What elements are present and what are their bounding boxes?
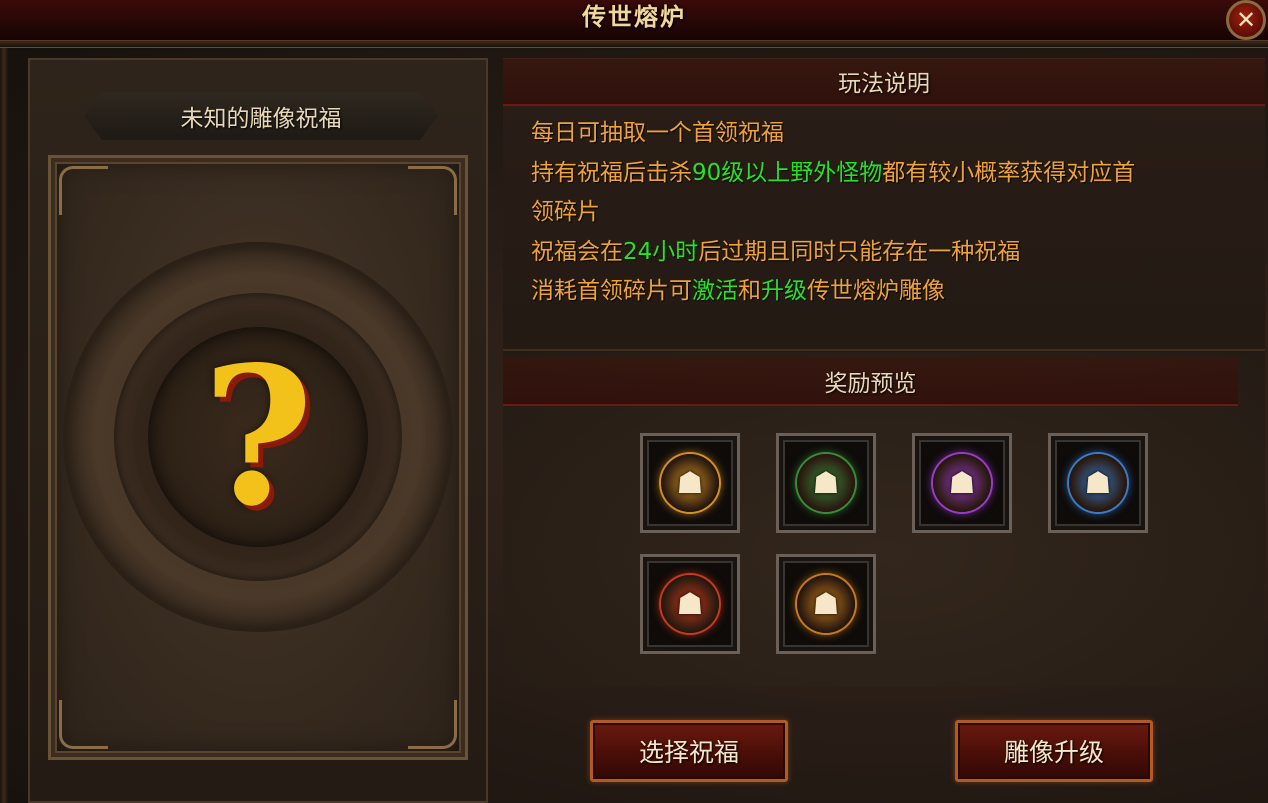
reward-slot[interactable]: ☗	[912, 433, 1012, 533]
unknown-question-icon[interactable]: ?	[148, 327, 368, 547]
rule-segment: 和	[738, 278, 761, 304]
reward-slot[interactable]: ☗	[640, 433, 740, 533]
boss-portrait-green-icon: ☗	[797, 454, 855, 512]
choose-blessing-button[interactable]: 选择祝福	[590, 720, 788, 782]
rules-header-label: 玩法说明	[838, 71, 930, 97]
rule-highlight: 90级以上野外怪物	[692, 159, 883, 186]
title-bar: 传世熔炉	[0, 0, 1268, 48]
window-title: 传世熔炉	[582, 2, 686, 31]
rule-segment: 都有较小概率获得对应首	[882, 159, 1136, 186]
upgrade-statue-button[interactable]: 雕像升级	[955, 720, 1153, 782]
reward-slot[interactable]: ☗	[776, 433, 876, 533]
rule-line: 消耗首领碎片可激活和升级传世熔炉雕像	[531, 272, 1251, 312]
rule-highlight: 24小时	[623, 238, 699, 265]
rewards-header: 奖励预览	[503, 358, 1238, 406]
rule-segment: 持有祝福后击杀	[531, 159, 692, 186]
boss-portrait-purple-icon: ☗	[933, 454, 991, 512]
reward-slot[interactable]: ☗	[640, 554, 740, 654]
boss-portrait-orange-icon: ☗	[797, 575, 855, 633]
ornament-corner-icon	[408, 166, 457, 215]
rule-line: 持有祝福后击杀90级以上野外怪物都有较小概率获得对应首	[531, 154, 1251, 194]
rule-segment: 每日可抽取一个首领祝福	[531, 120, 784, 146]
rule-highlight: 升级	[761, 278, 807, 304]
rule-highlight: 激活	[692, 278, 738, 304]
rule-line: 每日可抽取一个首领祝福	[531, 114, 1251, 154]
frame-border	[0, 48, 8, 803]
rule-line: 领碎片	[531, 193, 1251, 233]
rules-header: 玩法说明	[503, 58, 1265, 106]
rule-line: 祝福会在24小时后过期且同时只能存在一种祝福	[531, 233, 1251, 273]
rules-text: 每日可抽取一个首领祝福 持有祝福后击杀90级以上野外怪物都有较小概率获得对应首 领碎…	[531, 114, 1251, 312]
boss-portrait-blue-icon: ☗	[1069, 454, 1127, 512]
ornament-corner-icon	[59, 700, 108, 749]
reward-slot[interactable]: ☗	[776, 554, 876, 654]
ornament-corner-icon	[408, 700, 457, 749]
furnace-window: 传世熔炉 ✕ 未知的雕像祝福 ? 玩法说明 每日可抽取一个首领祝福 持有祝福后击杀…	[0, 0, 1268, 803]
ornament-corner-icon	[59, 166, 108, 215]
boss-portrait-gold-icon: ☗	[661, 454, 719, 512]
rule-segment: 后过期且同时只能存在一种祝福	[698, 238, 1021, 265]
boss-portrait-red-icon: ☗	[661, 575, 719, 633]
rule-segment: 祝福会在	[531, 238, 623, 265]
reward-slot[interactable]: ☗	[1048, 433, 1148, 533]
rule-segment: 消耗首领碎片可	[531, 278, 692, 304]
rule-segment: 领碎片	[531, 199, 600, 225]
close-button[interactable]: ✕	[1226, 0, 1266, 40]
statue-title: 未知的雕像祝福	[180, 106, 342, 132]
statue-title-banner: 未知的雕像祝福	[84, 92, 438, 140]
rewards-header-label: 奖励预览	[824, 371, 917, 397]
rule-segment: 传世熔炉雕像	[807, 278, 945, 304]
